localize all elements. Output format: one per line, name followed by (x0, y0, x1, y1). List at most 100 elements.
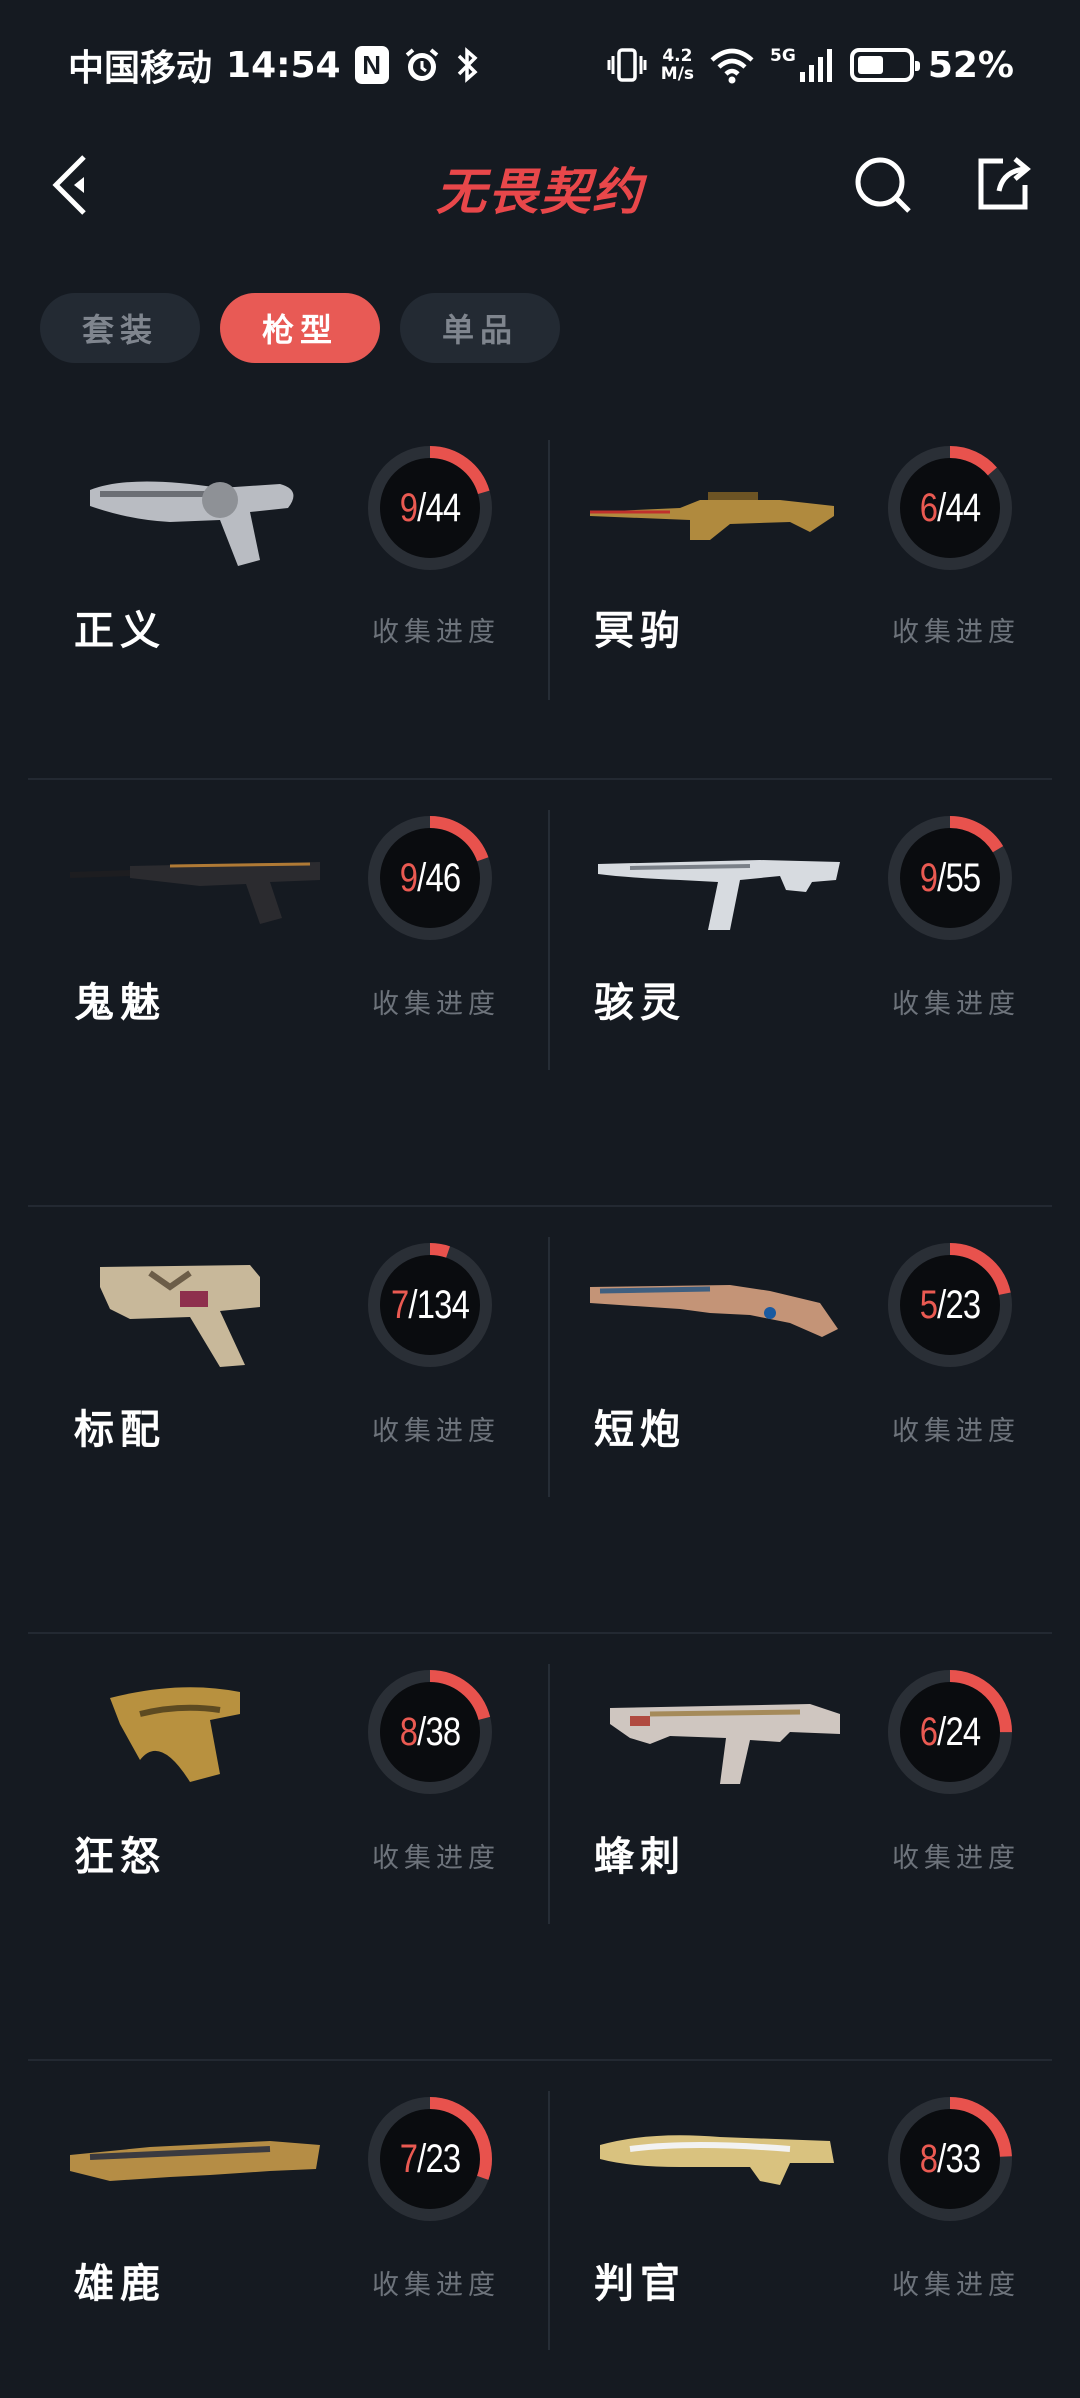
progress-ring: 7/134 (360, 1235, 500, 1375)
weapon-image (598, 860, 840, 930)
progress-count: 8/33 (893, 2089, 1008, 2229)
progress-label: 收集进度 (372, 1843, 500, 1874)
weapon-image (90, 481, 294, 566)
weapon-name: 蜂刺 (594, 1833, 686, 1880)
owned-count: 9 (399, 485, 418, 530)
owned-count: 7 (390, 1282, 409, 1327)
battery-level (857, 56, 883, 74)
weapon-name: 正义 (74, 607, 166, 654)
count-separator: / (937, 855, 946, 900)
weapon-name: 雄鹿 (74, 2260, 166, 2307)
vibrate-icon (607, 46, 647, 84)
status-bar: 中国移动 14:54 N 4.2 M/s 5G 52% (0, 0, 1080, 130)
column-divider (548, 1237, 550, 1497)
progress-count: 7/23 (373, 2089, 488, 2229)
progress-ring: 8/38 (360, 1662, 500, 1802)
progress-ring: 9/44 (360, 438, 500, 578)
page-title: 无畏契约 (436, 163, 644, 221)
weapon-card[interactable]: 5/23 短炮 收集进度 (548, 1207, 1052, 1632)
weapon-name: 狂怒 (74, 1833, 166, 1880)
weapon-image (70, 2141, 320, 2181)
progress-ring: 5/23 (880, 1235, 1020, 1375)
owned-count: 6 (919, 485, 938, 530)
progress-label: 收集进度 (372, 617, 500, 648)
total-count: 55 (945, 855, 981, 900)
column-divider (548, 1664, 550, 1924)
weapon-name: 判官 (594, 2260, 686, 2307)
progress-count: 9/55 (893, 808, 1008, 948)
weapon-grid: 9/44 正义 收集进度 6/44 冥驹 收集进度 9/46 鬼魅 收集进度 9/55 骇灵 收集进度… (28, 430, 1052, 2350)
total-count: 38 (425, 1709, 461, 1754)
carrier-label: 中国移动 (68, 48, 213, 89)
weapon-image (590, 1285, 838, 1337)
weapon-card[interactable]: 7/23 雄鹿 收集进度 (28, 2061, 548, 2350)
weapon-name: 标配 (74, 1406, 166, 1453)
progress-ring: 9/55 (880, 808, 1020, 948)
clock: 14:54 (226, 44, 341, 86)
weapon-card[interactable]: 9/44 正义 收集进度 (28, 430, 548, 778)
weapon-name: 冥驹 (594, 607, 686, 654)
weapon-card[interactable]: 8/38 狂怒 收集进度 (28, 1634, 548, 2059)
network-speed: 4.2 M/s (661, 47, 694, 83)
app-header: 无畏契约 (0, 140, 1080, 230)
count-separator: / (417, 855, 426, 900)
battery-percent: 52% (927, 44, 1014, 86)
total-count: 23 (945, 1282, 981, 1327)
weapon-card[interactable]: 9/46 鬼魅 收集进度 (28, 780, 548, 1205)
total-count: 46 (425, 855, 461, 900)
column-divider (548, 2091, 550, 2350)
collection-screen: 中国移动 14:54 N 4.2 M/s 5G 52% 无畏契约 套装 枪型 单… (0, 0, 1080, 2398)
tab-weapon-types[interactable]: 枪型 (220, 293, 380, 363)
progress-count: 9/44 (373, 438, 488, 578)
signal-icon: 5G (770, 46, 836, 84)
owned-count: 6 (919, 1709, 938, 1754)
alarm-icon (403, 46, 441, 84)
progress-label: 收集进度 (372, 2270, 500, 2301)
total-count: 44 (425, 485, 461, 530)
weapon-name: 骇灵 (594, 979, 686, 1026)
progress-ring: 9/46 (360, 808, 500, 948)
owned-count: 8 (399, 1709, 418, 1754)
count-separator: / (417, 1709, 426, 1754)
count-separator: / (417, 2136, 426, 2181)
total-count: 134 (416, 1282, 470, 1327)
progress-count: 5/23 (893, 1235, 1008, 1375)
progress-label: 收集进度 (372, 1416, 500, 1447)
network-speed-value: 4.2 (662, 46, 693, 66)
weapon-name: 短炮 (594, 1406, 686, 1453)
progress-count: 6/44 (893, 438, 1008, 578)
progress-ring: 6/44 (880, 438, 1020, 578)
weapon-card[interactable]: 6/44 冥驹 收集进度 (548, 430, 1052, 778)
tab-suits[interactable]: 套装 (40, 293, 200, 363)
total-count: 33 (945, 2136, 981, 2181)
owned-count: 5 (919, 1282, 938, 1327)
owned-count: 7 (399, 2136, 418, 2181)
progress-label: 收集进度 (892, 2270, 1020, 2301)
weapon-name: 鬼魅 (74, 979, 166, 1026)
owned-count: 8 (919, 2136, 938, 2181)
share-button[interactable] (970, 150, 1036, 216)
progress-count: 6/24 (893, 1662, 1008, 1802)
nfc-icon: N (354, 46, 389, 84)
weapon-image (100, 1265, 260, 1367)
owned-count: 9 (399, 855, 418, 900)
weapon-row: 9/46 鬼魅 收集进度 9/55 骇灵 收集进度 (28, 780, 1052, 1207)
count-separator: / (937, 1282, 946, 1327)
weapon-card[interactable]: 9/55 骇灵 收集进度 (548, 780, 1052, 1205)
weapon-row: 8/38 狂怒 收集进度 6/24 蜂刺 收集进度 (28, 1634, 1052, 2061)
owned-count: 9 (919, 855, 938, 900)
weapon-row: 7/23 雄鹿 收集进度 8/33 判官 收集进度 (28, 2061, 1052, 2350)
total-count: 24 (945, 1709, 981, 1754)
weapon-card[interactable]: 6/24 蜂刺 收集进度 (548, 1634, 1052, 2059)
progress-label: 收集进度 (372, 989, 500, 1020)
weapon-card[interactable]: 8/33 判官 收集进度 (548, 2061, 1052, 2350)
weapon-card[interactable]: 7/134 标配 收集进度 (28, 1207, 548, 1632)
tab-single-items[interactable]: 单品 (400, 293, 560, 363)
count-separator: / (408, 1282, 417, 1327)
count-separator: / (417, 485, 426, 530)
column-divider (548, 810, 550, 1070)
progress-count: 9/46 (373, 808, 488, 948)
search-button[interactable] (850, 152, 916, 218)
progress-ring: 6/24 (880, 1662, 1020, 1802)
wifi-icon (708, 46, 756, 84)
